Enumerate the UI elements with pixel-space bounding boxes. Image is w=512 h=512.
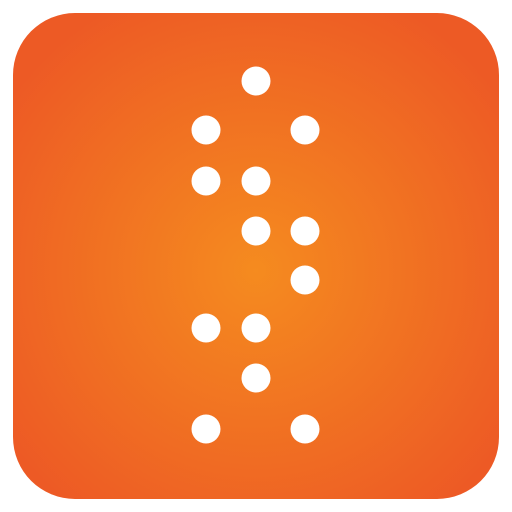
braille-dot <box>191 115 221 145</box>
app-icon[interactable] <box>13 13 499 499</box>
braille-dot <box>191 414 221 444</box>
braille-dot <box>241 66 271 96</box>
braille-dot <box>191 166 221 196</box>
braille-dot <box>241 216 271 246</box>
braille-dot <box>241 313 271 343</box>
braille-dot <box>290 216 320 246</box>
braille-dot <box>290 265 320 295</box>
app-icon-graphic <box>13 13 499 499</box>
braille-dot <box>191 313 221 343</box>
braille-dot <box>290 115 320 145</box>
braille-dot <box>241 363 271 393</box>
braille-dot <box>290 414 320 444</box>
braille-dot <box>241 166 271 196</box>
